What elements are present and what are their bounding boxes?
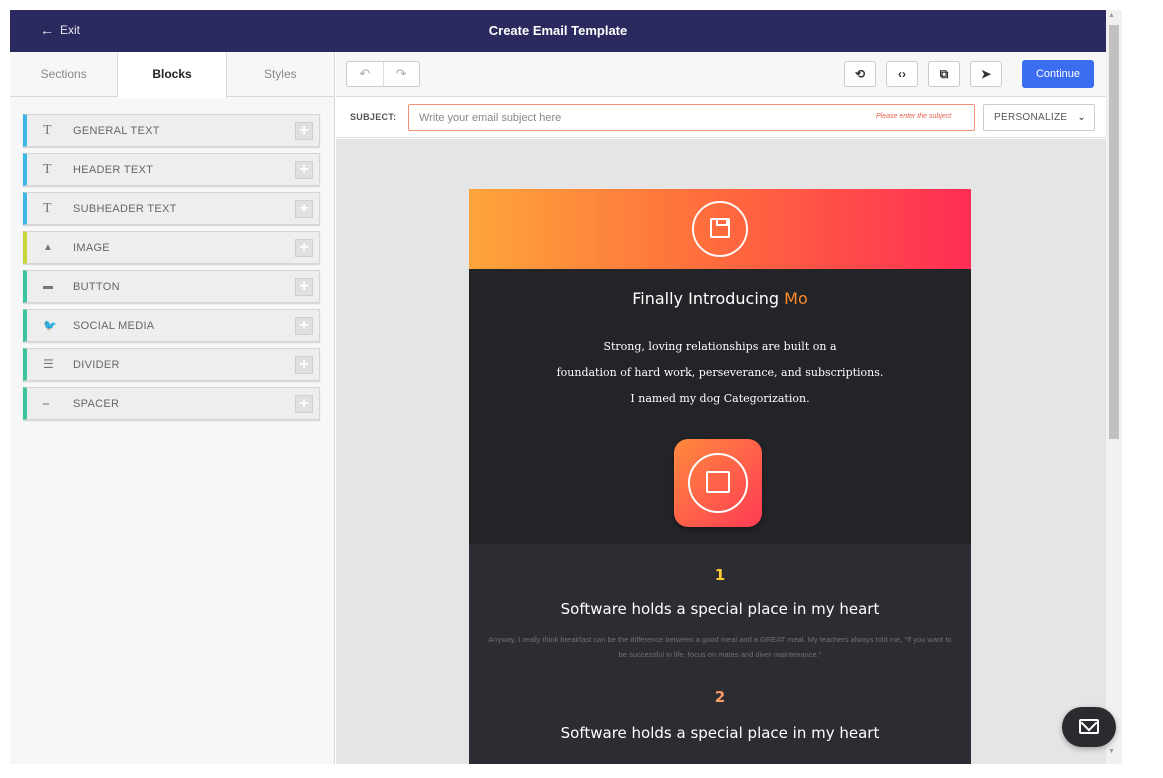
twitter-icon: 🐦: [43, 320, 57, 332]
preview-button[interactable]: ⧉: [928, 61, 960, 87]
block-list: T GENERAL TEXT + T HEADER TEXT + T SUBHE…: [23, 114, 320, 426]
scrollbar-thumb[interactable]: [1109, 25, 1119, 439]
email-canvas: Finally Introducing Mo Strong, loving re…: [336, 139, 1106, 764]
add-block-icon[interactable]: +: [295, 239, 313, 257]
item-title: Software holds a special place in my hea…: [560, 600, 880, 618]
block-image[interactable]: ▲ IMAGE +: [23, 231, 320, 264]
continue-button[interactable]: Continue: [1022, 60, 1094, 88]
block-divider[interactable]: ☰ DIVIDER +: [23, 348, 320, 381]
subject-label: SUBJECT:: [350, 112, 397, 122]
email-preview[interactable]: Finally Introducing Mo Strong, loving re…: [469, 189, 971, 764]
tab-styles[interactable]: Styles: [227, 52, 334, 96]
preview-icon: ⧉: [939, 67, 949, 81]
block-label: SUBHEADER TEXT: [73, 202, 177, 215]
feature-section: 1 Software holds a special place in my h…: [469, 544, 971, 764]
add-block-icon[interactable]: +: [295, 395, 313, 413]
text-icon: T: [43, 161, 52, 177]
subject-input[interactable]: [408, 104, 975, 131]
add-block-icon[interactable]: +: [295, 122, 313, 140]
block-label: IMAGE: [73, 241, 110, 254]
subject-row: SUBJECT: Please enter the subject PERSON…: [336, 98, 1106, 138]
block-button[interactable]: ▬ BUTTON +: [23, 270, 320, 303]
sidebar-tabs: Sections Blocks Styles: [10, 52, 334, 98]
personalize-label: PERSONALIZE: [994, 112, 1068, 123]
image-icon: ▲: [43, 242, 53, 253]
scroll-up-icon[interactable]: ▲: [1108, 12, 1115, 19]
block-label: HEADER TEXT: [73, 163, 154, 176]
item-body: Anyway, I really think breakfast can be …: [488, 635, 952, 659]
add-block-icon[interactable]: +: [295, 161, 313, 179]
block-header-text[interactable]: T HEADER TEXT +: [23, 153, 320, 186]
block-label: DIVIDER: [73, 358, 120, 371]
tab-sections[interactable]: Sections: [10, 52, 119, 96]
redo-icon[interactable]: ↷: [384, 62, 420, 86]
envelope-icon: [1079, 719, 1099, 734]
send-test-button[interactable]: ➤: [970, 61, 1002, 87]
scroll-down-icon[interactable]: ▼: [1108, 748, 1115, 755]
add-block-icon[interactable]: +: [295, 317, 313, 335]
block-label: BUTTON: [73, 280, 120, 293]
block-social-media[interactable]: 🐦 SOCIAL MEDIA +: [23, 309, 320, 342]
page-title: Create Email Template: [488, 23, 628, 38]
block-spacer[interactable]: ⎯ SPACER +: [23, 387, 320, 420]
editor-toolbar: ↶ ↷ ⟲ ‹› ⧉ ➤ Continue: [336, 52, 1106, 97]
block-subheader-text[interactable]: T SUBHEADER TEXT +: [23, 192, 320, 225]
add-block-icon[interactable]: +: [295, 200, 313, 218]
chevron-down-icon: ⌄: [1077, 112, 1086, 123]
block-label: SPACER: [73, 397, 120, 410]
send-icon: ➤: [980, 67, 992, 81]
spacer-icon: ⎯: [43, 396, 50, 410]
add-block-icon[interactable]: +: [295, 356, 313, 374]
button-icon: ▬: [43, 281, 53, 292]
app-header: ← Exit Create Email Template: [10, 10, 1106, 52]
personalize-dropdown[interactable]: PERSONALIZE ⌄: [983, 104, 1095, 131]
divider-icon: ☰: [43, 357, 54, 371]
hero-banner: [469, 189, 971, 269]
app-icon: [674, 439, 762, 527]
tab-blocks[interactable]: Blocks: [118, 52, 227, 98]
logo-icon: [692, 201, 748, 257]
undo-redo-group: ↶ ↷: [346, 61, 420, 87]
item-title: Software holds a special place in my hea…: [560, 724, 880, 742]
chat-button[interactable]: [1062, 707, 1116, 747]
block-label: GENERAL TEXT: [73, 124, 160, 137]
history-button[interactable]: ⟲: [844, 61, 876, 87]
block-general-text[interactable]: T GENERAL TEXT +: [23, 114, 320, 147]
text-icon: T: [43, 122, 52, 138]
block-label: SOCIAL MEDIA: [73, 319, 155, 332]
code-icon: ‹›: [898, 67, 906, 81]
item-number: 2: [714, 688, 726, 706]
undo-icon[interactable]: ↶: [347, 62, 384, 86]
item-number: 1: [714, 566, 726, 584]
history-icon: ⟲: [854, 67, 866, 81]
text-icon: T: [43, 200, 52, 216]
email-headline: Finally Introducing Mo: [632, 289, 808, 308]
code-button[interactable]: ‹›: [886, 61, 918, 87]
email-intro: Strong, loving relationships are built o…: [556, 340, 884, 405]
add-block-icon[interactable]: +: [295, 278, 313, 296]
sidebar: Sections Blocks Styles T GENERAL TEXT + …: [10, 52, 335, 764]
